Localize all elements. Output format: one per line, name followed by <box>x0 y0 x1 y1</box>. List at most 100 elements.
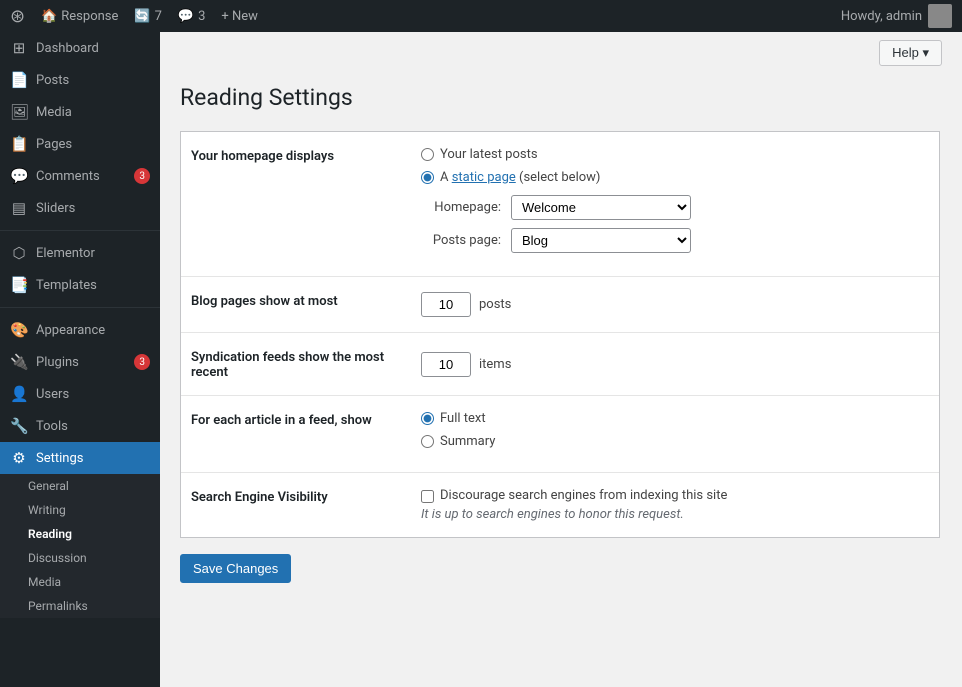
article-feed-field: Full text Summary <box>421 411 929 457</box>
syndication-feeds-label: Syndication feeds show the most recent <box>191 348 401 380</box>
homepage-select[interactable]: Welcome Home About Blog <box>511 195 691 220</box>
updates-icon: 🔄 <box>134 9 150 24</box>
tools-icon: 🔧 <box>10 417 28 435</box>
appearance-icon: 🎨 <box>10 321 28 339</box>
search-engine-checkbox[interactable] <box>421 490 434 503</box>
latest-posts-radio[interactable] <box>421 148 434 161</box>
dashboard-icon: ⊞ <box>10 39 28 57</box>
static-page-radio[interactable] <box>421 171 434 184</box>
sidebar-sub-item-permalinks[interactable]: Permalinks <box>0 594 160 618</box>
full-text-label: Full text <box>440 411 486 426</box>
main-content: Help ▾ Reading Settings Your homepage di… <box>160 32 962 687</box>
static-page-link[interactable]: static page <box>452 170 516 185</box>
sidebar-item-appearance[interactable]: 🎨 Appearance <box>0 314 160 346</box>
syndication-feeds-field: 10 items <box>421 348 929 380</box>
sidebar-item-templates[interactable]: 📑 Templates <box>0 269 160 301</box>
posts-icon: 📄 <box>10 71 28 89</box>
search-engine-checkbox-row[interactable]: Discourage search engines from indexing … <box>421 488 929 503</box>
article-feed-row: For each article in a feed, show Full te… <box>181 396 939 473</box>
user-avatar <box>928 4 952 28</box>
sidebar-divider-1 <box>0 230 160 231</box>
latest-posts-label: Your latest posts <box>440 147 538 162</box>
user-info: Howdy, admin <box>841 4 952 28</box>
users-icon: 👤 <box>10 385 28 403</box>
homepage-select-label: Homepage: <box>421 200 501 215</box>
sidebar-item-posts[interactable]: 📄 Posts <box>0 64 160 96</box>
blog-pages-field: 10 posts <box>421 292 929 317</box>
settings-box: Your homepage displays Your latest posts… <box>180 131 940 538</box>
homepage-select-row: Homepage: Welcome Home About Blog <box>421 195 929 220</box>
plugins-icon: 🔌 <box>10 353 28 371</box>
help-bar: Help ▾ <box>160 32 962 74</box>
sidebar-item-settings[interactable]: ⚙ Settings <box>0 442 160 474</box>
syndication-feeds-input[interactable]: 10 <box>421 352 471 377</box>
settings-submenu: General Writing Reading Discussion Media… <box>0 474 160 618</box>
top-bar: ⊛ 🏠 Response 🔄 7 💬 3 + New Howdy, admin <box>0 0 962 32</box>
plugins-badge: 3 <box>134 354 150 370</box>
blog-pages-label: Blog pages show at most <box>191 292 401 317</box>
sliders-icon: ▤ <box>10 199 28 217</box>
search-engine-checkbox-label: Discourage search engines from indexing … <box>440 488 727 503</box>
templates-icon: 📑 <box>10 276 28 294</box>
sidebar: ⊞ Dashboard 📄 Posts 🖼 Media 📋 Pages 💬 Co… <box>0 32 160 687</box>
static-page-selects: Homepage: Welcome Home About Blog Posts … <box>421 195 929 253</box>
sidebar-divider-2 <box>0 307 160 308</box>
static-page-option[interactable]: A static page (select below) <box>421 170 929 185</box>
save-row: Save Changes <box>180 554 942 583</box>
posts-page-select-label: Posts page: <box>421 233 501 248</box>
article-feed-label: For each article in a feed, show <box>191 411 401 457</box>
search-engine-row: Search Engine Visibility Discourage sear… <box>181 473 939 537</box>
sidebar-item-comments[interactable]: 💬 Comments 3 <box>0 160 160 192</box>
settings-icon: ⚙ <box>10 449 28 467</box>
homepage-displays-field: Your latest posts A static page (select … <box>421 147 929 261</box>
sidebar-sub-item-general[interactable]: General <box>0 474 160 498</box>
homepage-displays-label: Your homepage displays <box>191 147 401 261</box>
comment-icon: 💬 <box>178 9 194 24</box>
blog-pages-row: Blog pages show at most 10 posts <box>181 277 939 333</box>
sidebar-item-users[interactable]: 👤 Users <box>0 378 160 410</box>
new-content-button[interactable]: + New <box>221 9 258 24</box>
comments-icon: 💬 <box>10 167 28 185</box>
comments-item[interactable]: 💬 3 <box>178 9 206 24</box>
summary-label: Summary <box>440 434 495 449</box>
summary-radio[interactable] <box>421 435 434 448</box>
updates-item[interactable]: 🔄 7 <box>134 9 162 24</box>
latest-posts-option[interactable]: Your latest posts <box>421 147 929 162</box>
full-text-option[interactable]: Full text <box>421 411 929 426</box>
search-engine-hint: It is up to search engines to honor this… <box>421 507 929 522</box>
syndication-feeds-row: Syndication feeds show the most recent 1… <box>181 333 939 396</box>
wp-logo-icon[interactable]: ⊛ <box>10 6 25 27</box>
comments-badge: 3 <box>134 168 150 184</box>
sidebar-item-plugins[interactable]: 🔌 Plugins 3 <box>0 346 160 378</box>
search-engine-field: Discourage search engines from indexing … <box>421 488 929 522</box>
home-icon: 🏠 <box>41 9 57 24</box>
sidebar-item-dashboard[interactable]: ⊞ Dashboard <box>0 32 160 64</box>
posts-page-select-row: Posts page: Blog Home About Welcome <box>421 228 929 253</box>
site-name[interactable]: 🏠 Response <box>41 9 118 24</box>
posts-page-select[interactable]: Blog Home About Welcome <box>511 228 691 253</box>
sidebar-sub-item-discussion[interactable]: Discussion <box>0 546 160 570</box>
sidebar-item-elementor[interactable]: ⬡ Elementor <box>0 237 160 269</box>
homepage-displays-row: Your homepage displays Your latest posts… <box>181 132 939 277</box>
sidebar-sub-item-reading[interactable]: Reading <box>0 522 160 546</box>
sidebar-item-media[interactable]: 🖼 Media <box>0 96 160 128</box>
static-page-label: A static page (select below) <box>440 170 600 185</box>
media-icon: 🖼 <box>10 103 28 121</box>
settings-content: Reading Settings Your homepage displays … <box>160 74 962 613</box>
summary-option[interactable]: Summary <box>421 434 929 449</box>
sidebar-sub-item-writing[interactable]: Writing <box>0 498 160 522</box>
sidebar-item-pages[interactable]: 📋 Pages <box>0 128 160 160</box>
page-title: Reading Settings <box>180 84 942 111</box>
sidebar-sub-item-media[interactable]: Media <box>0 570 160 594</box>
sidebar-item-sliders[interactable]: ▤ Sliders <box>0 192 160 224</box>
sidebar-item-tools[interactable]: 🔧 Tools <box>0 410 160 442</box>
pages-icon: 📋 <box>10 135 28 153</box>
blog-pages-input[interactable]: 10 <box>421 292 471 317</box>
elementor-icon: ⬡ <box>10 244 28 262</box>
blog-pages-suffix: posts <box>479 297 511 312</box>
save-changes-button[interactable]: Save Changes <box>180 554 291 583</box>
help-button[interactable]: Help ▾ <box>879 40 942 66</box>
syndication-feeds-suffix: items <box>479 357 511 372</box>
search-engine-label: Search Engine Visibility <box>191 488 401 522</box>
full-text-radio[interactable] <box>421 412 434 425</box>
